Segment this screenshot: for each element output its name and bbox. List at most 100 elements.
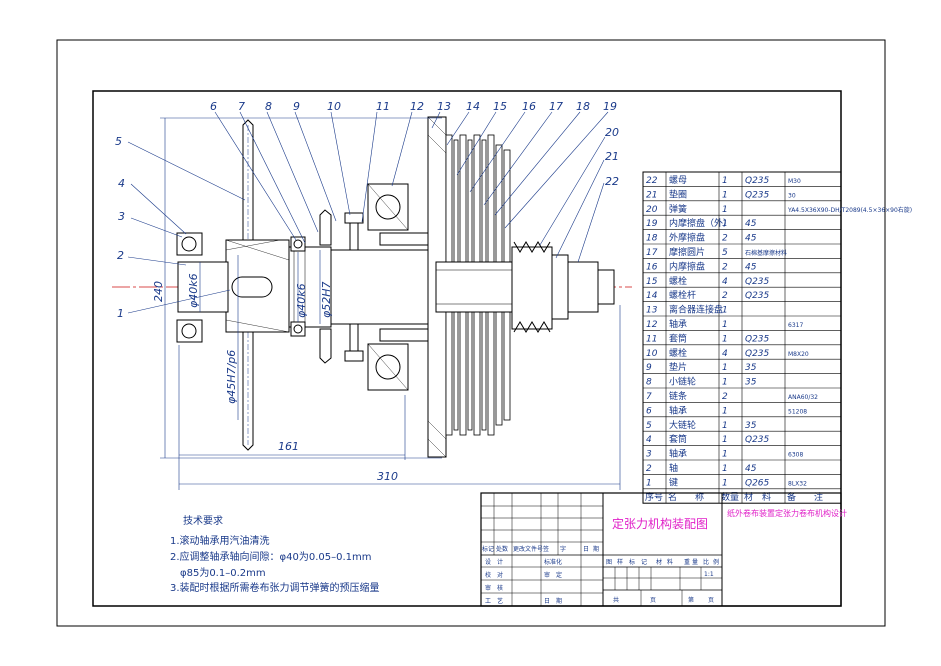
role-standard: 标准化 [544, 558, 562, 566]
bom-cell-qty: 1 [722, 464, 728, 474]
bom-cell-name: 垫圈 [669, 188, 687, 200]
bom-cell-qty: 1 [722, 190, 728, 200]
rev-col-7: 期 [593, 545, 599, 553]
bom-cell-note: ANA60/32 [788, 394, 818, 401]
rev-col-5: 字 [560, 545, 566, 553]
part-label-4: 4 [118, 177, 125, 190]
bom-cell-name: 轴 [669, 462, 678, 474]
bom-cell-name: 垫片 [669, 361, 687, 373]
stage-col-10: 例 [713, 558, 719, 566]
bom-cell-no: 2 [646, 464, 652, 474]
part-label-12: 12 [410, 100, 424, 113]
part-label-15: 15 [493, 100, 507, 113]
bom-cell-name: 轴承 [669, 404, 687, 416]
sheet-total-a: 共 [613, 596, 619, 604]
bom-cell-note: 30 [788, 192, 796, 199]
part-label-13: 13 [437, 100, 451, 113]
bom-cell-name: 套筒 [669, 433, 687, 445]
part-label-14: 14 [466, 100, 480, 113]
bom-cell-qty: 1 [722, 478, 728, 488]
drawing-name: 定张力机构装配图 [612, 516, 708, 531]
bom-cell-material: 45 [745, 219, 757, 229]
bom-cell-qty: 1 [722, 421, 728, 431]
stage-col-5: 材 [656, 558, 662, 566]
tech-line-4: 3.装配时根据所需卷布张力调节弹簧的预压缩量 [170, 581, 380, 594]
rev-col-1: 标记 [482, 545, 494, 553]
part-label-10: 10 [327, 100, 341, 113]
bill-of-materials: 22 螺母 1 Q235 M3021 垫圈 1 Q235 3020 弹簧 1 YA4.5X36X90-… [642, 171, 912, 504]
stage-col-7: 重 [684, 558, 690, 566]
rev-col-4: 签 [543, 545, 549, 553]
bom-cell-note: 51208 [788, 408, 807, 415]
stage-col-6: 料 [667, 558, 673, 566]
bom-cell-qty: 1 [722, 450, 728, 460]
bom-cell-no: 18 [646, 234, 658, 244]
part-label-8: 8 [265, 100, 272, 113]
bom-cell-no: 13 [646, 306, 658, 316]
bom-cell-material: Q235 [745, 349, 770, 359]
bom-cell-material: 35 [745, 378, 757, 388]
bom-cell-qty: 1 [722, 205, 728, 215]
bom-cell-name: 离合器连接盘 [669, 304, 723, 316]
bom-cell-no: 8 [646, 378, 652, 388]
bom-cell-no: 15 [646, 277, 658, 287]
technical-requirements: 技术要求 1.滚动轴承用汽油清洗 2.应调整轴承轴向间隙：φ40为0.05–0.… [170, 514, 380, 594]
bom-cell-material: 45 [745, 464, 757, 474]
bom-cell-name: 螺栓 [669, 275, 687, 287]
bom-cell-material: Q235 [745, 291, 770, 301]
role-design: 设 计 [485, 558, 503, 566]
bom-cell-material: 石棉基摩擦材料 [745, 249, 787, 257]
part-label-18: 18 [576, 100, 590, 113]
tech-line-1: 1.滚动轴承用汽油清洗 [170, 534, 270, 547]
sheet-total-b: 页 [650, 597, 656, 604]
bom-cell-material: Q265 [745, 478, 770, 488]
part-label-1: 1 [117, 307, 124, 320]
rev-col-3: 更改文件号 [513, 545, 543, 553]
part-label-22: 22 [605, 175, 619, 188]
tech-line-2: 2.应调整轴承轴向间隙：φ40为0.05–0.1mm [170, 550, 372, 563]
bom-cell-note: 8LX32 [788, 480, 807, 487]
tech-line-3: φ85为0.1–0.2mm [170, 567, 266, 579]
bom-cell-qty: 1 [722, 406, 728, 416]
sheet-no-a: 第 [688, 596, 694, 604]
bom-cell-qty: 4 [722, 277, 728, 287]
dim-d-hub: φ45H7/p6 [225, 350, 238, 404]
bom-cell-no: 22 [646, 176, 658, 186]
stage-col-3: 标 [629, 558, 635, 566]
dim-length-161: 161 [278, 440, 299, 453]
bom-cell-material: 45 [745, 234, 757, 244]
part-label-6: 6 [210, 100, 217, 113]
bom-cell-no: 3 [646, 450, 652, 460]
role-approve: 审 定 [544, 571, 562, 579]
bom-cell-qty: 1 [722, 334, 728, 344]
bom-cell-qty: 1 [722, 435, 728, 445]
bom-cell-material: 35 [745, 421, 757, 431]
bom-cell-no: 7 [646, 392, 652, 402]
sheet-no-b: 页 [708, 597, 714, 604]
bom-cell-qty: 2 [722, 392, 728, 402]
bom-cell-name: 内摩擦盘 [669, 260, 705, 272]
bom-cell-material: 45 [745, 262, 757, 272]
rev-col-6: 日 [583, 546, 589, 553]
tech-title: 技术要求 [183, 514, 223, 527]
assembly-drawing-sheet: 1 2 3 4 5 6 7 8 9 10 11 12 13 14 15 16 1… [56, 39, 912, 627]
role-date: 日 期 [544, 597, 562, 605]
bom-cell-name: 螺母 [669, 175, 687, 186]
bom-cell-material: Q235 [745, 277, 770, 287]
bom-cell-name: 小链轮 [669, 376, 696, 388]
inner-frame [92, 90, 842, 607]
bom-cell-name: 摩擦圆片 [669, 246, 705, 258]
bom-cell-qty: 1 [722, 378, 728, 388]
part-label-19: 19 [603, 100, 617, 113]
bom-cell-no: 6 [646, 406, 652, 416]
bom-cell-qty: 4 [722, 349, 728, 359]
bom-cell-qty: 1 [722, 176, 728, 186]
bom-cell-no: 5 [646, 421, 652, 431]
part-label-20: 20 [605, 126, 619, 139]
bom-cell-no: 10 [646, 349, 658, 359]
dim-length-310: 310 [377, 470, 398, 483]
bom-cell-no: 1 [646, 478, 652, 488]
bom-cell-name: 螺栓 [669, 347, 687, 359]
part-label-3: 3 [118, 210, 125, 223]
bom-cell-qty: 2 [722, 234, 728, 244]
